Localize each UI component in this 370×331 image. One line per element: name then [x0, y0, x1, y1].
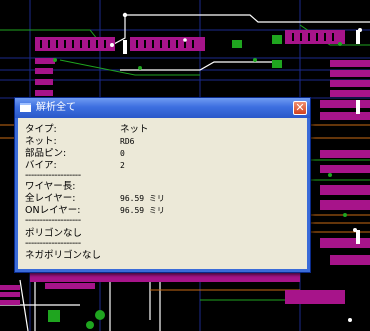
window-icon: [20, 103, 31, 112]
dialog-title: 解析全て: [36, 102, 76, 113]
pin-value: 0: [120, 149, 125, 158]
nega-polygon-label: ネガポリゴンなし: [25, 250, 102, 261]
pin-label: 部品ピン:: [25, 148, 67, 159]
separator-3: -------------------: [25, 238, 81, 249]
via-value: 2: [120, 161, 125, 170]
type-label: タイプ:: [25, 124, 57, 135]
net-label: ネット:: [25, 136, 57, 147]
all-layer-value: 96.59 ミリ: [120, 194, 165, 203]
net-value: RD6: [120, 137, 135, 146]
dialog-body: タイプ: ネット ネット: RD6 部品ピン: 0 バイア: 2 -------…: [18, 118, 307, 269]
on-layer-value: 96.59 ミリ: [120, 206, 165, 215]
wire-length-label: ワイヤー長:: [25, 181, 76, 192]
separator-2: -------------------: [25, 215, 81, 226]
all-layer-label: 全レイヤー:: [25, 193, 76, 204]
dialog-titlebar[interactable]: 解析全て ✕: [15, 98, 310, 118]
analysis-dialog: 解析全て ✕ タイプ: ネット ネット: RD6 部品ピン: 0 バイア: 2 …: [14, 97, 311, 273]
type-value: ネット: [120, 124, 149, 135]
close-button[interactable]: ✕: [293, 101, 307, 115]
